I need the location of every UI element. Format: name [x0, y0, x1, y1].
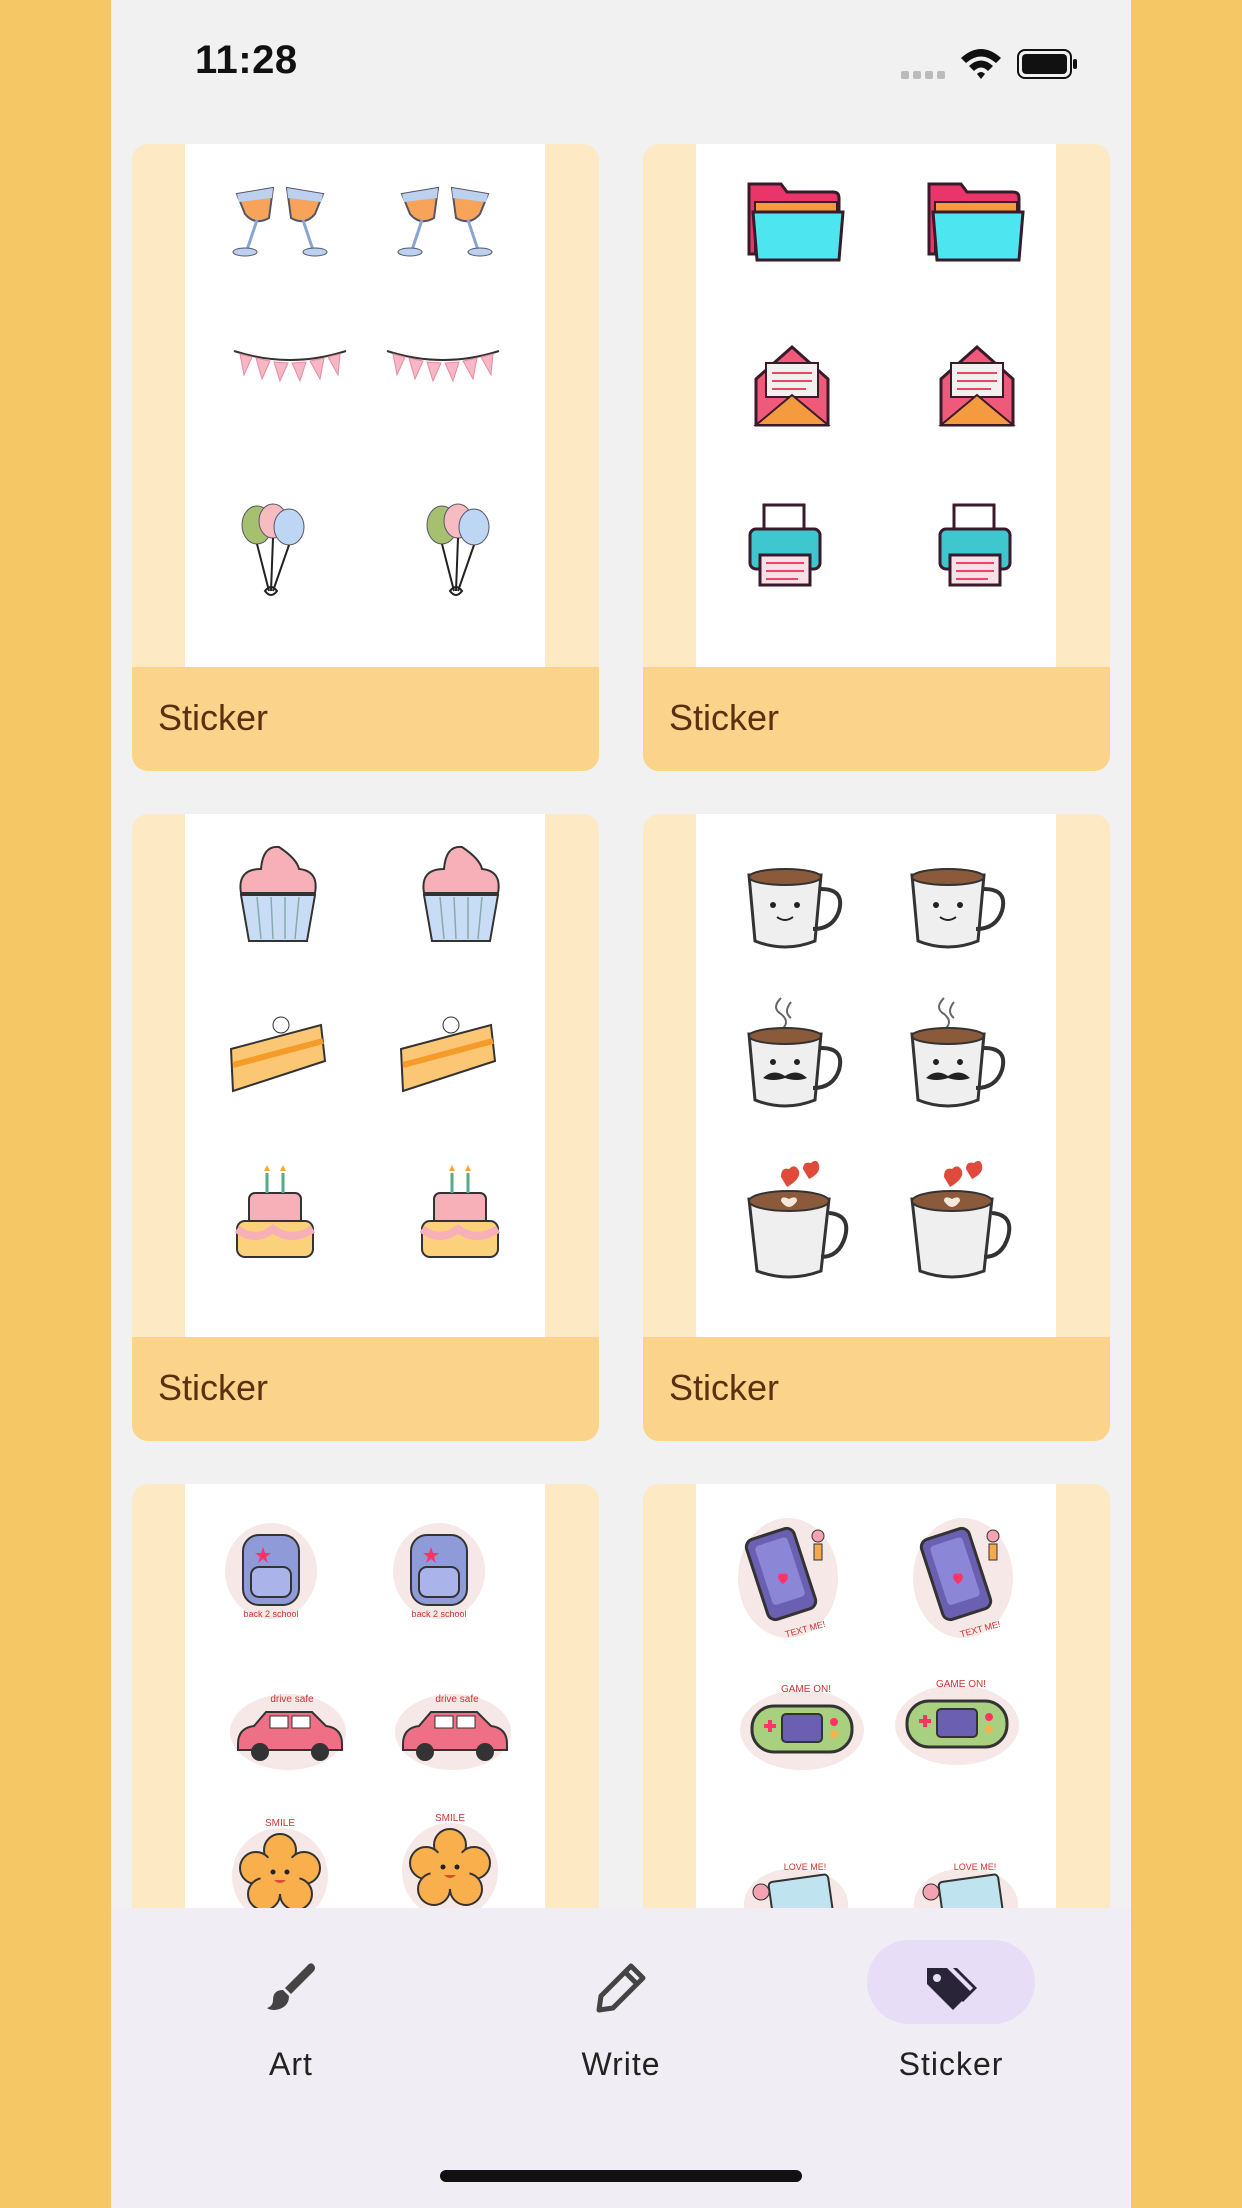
- nav-label-sticker: Sticker: [898, 2046, 1004, 2082]
- sticker-sheet: [185, 814, 545, 1337]
- mail-icon: [938, 344, 1016, 427]
- backpack-caption: back 2 school: [243, 1609, 298, 1619]
- battery-icon: [1017, 49, 1077, 79]
- card-footer: Sticker: [132, 667, 599, 771]
- bottom-navigation: Art Write Sticker: [111, 1908, 1131, 2208]
- folder-icon: [747, 182, 845, 262]
- backpack-icon: back 2 school: [225, 1523, 317, 1619]
- folder-icon: [927, 182, 1025, 262]
- wifi-icon: [961, 49, 1001, 79]
- signal-icon: [901, 71, 945, 79]
- latte-heart-icon: [747, 1160, 849, 1279]
- status-bar: 11:28: [111, 0, 1131, 130]
- cake-slice-icon: [229, 1016, 327, 1093]
- game-console-icon: GAME ON!: [895, 1679, 1019, 1765]
- bunting-icon: [386, 350, 500, 383]
- nav-label-art: Art: [269, 2046, 313, 2082]
- birthday-cake-icon: [234, 1165, 316, 1258]
- tag-icon: [927, 1968, 977, 2010]
- coffee-cup-icon: [747, 868, 843, 949]
- cake-slice-icon: [399, 1016, 497, 1093]
- car-caption: drive safe: [435, 1694, 479, 1705]
- game-caption: GAME ON!: [936, 1679, 986, 1690]
- card-label: Sticker: [669, 1367, 780, 1408]
- nav-label-write: Write: [581, 2046, 661, 2082]
- mustache-cup-icon: [910, 997, 1006, 1108]
- status-time: 11:28: [195, 38, 298, 82]
- sticker-sheet: [696, 814, 1056, 1337]
- cupcake-icon: [422, 845, 500, 942]
- sticker-card-desserts[interactable]: Sticker: [132, 814, 599, 1441]
- brush-icon: [267, 1963, 315, 2010]
- nav-item-art[interactable]: Art: [165, 1940, 365, 2090]
- sticker-sheet: [696, 144, 1056, 667]
- game-console-icon: GAME ON!: [740, 1684, 864, 1770]
- sticker-card-party[interactable]: Sticker: [132, 144, 599, 771]
- flower-caption: SMILE: [265, 1818, 295, 1829]
- nav-item-sticker[interactable]: Sticker: [825, 1940, 1035, 2090]
- coffee-cup-icon: [910, 868, 1006, 949]
- game-caption: GAME ON!: [781, 1684, 831, 1695]
- flower-caption: SMILE: [435, 1813, 465, 1824]
- backpack-caption: back 2 school: [411, 1609, 466, 1619]
- app-screen: 11:28 Sticker Sticker Sticker Sticker ba…: [111, 0, 1131, 2208]
- bunting-icon: [233, 350, 347, 383]
- home-indicator[interactable]: [440, 2170, 802, 2182]
- glasses-icon: [397, 186, 493, 257]
- printer-icon: [748, 503, 822, 587]
- sticker-card-coffee[interactable]: Sticker: [643, 814, 1110, 1441]
- card-label: Sticker: [669, 697, 780, 738]
- letter-caption: LOVE ME!: [784, 1862, 827, 1872]
- balloons-icon: [426, 503, 490, 596]
- pencil-icon: [596, 1963, 646, 2013]
- card-label: Sticker: [158, 697, 269, 738]
- latte-heart-icon: [910, 1160, 1012, 1279]
- cupcake-icon: [239, 845, 317, 942]
- balloons-icon: [241, 503, 305, 596]
- birthday-cake-icon: [419, 1165, 501, 1258]
- sticker-sheet: [185, 144, 545, 667]
- letter-caption: LOVE ME!: [954, 1862, 997, 1872]
- sticker-card-office[interactable]: Sticker: [643, 144, 1110, 771]
- nav-item-write[interactable]: Write: [495, 1940, 695, 2090]
- card-label: Sticker: [158, 1367, 269, 1408]
- phone-icon: TEXT ME!: [913, 1518, 1013, 1639]
- mail-icon: [753, 344, 831, 427]
- backpack-icon: back 2 school: [393, 1523, 485, 1619]
- card-footer: Sticker: [643, 667, 1110, 771]
- card-footer: Sticker: [643, 1337, 1110, 1441]
- card-footer: Sticker: [132, 1337, 599, 1441]
- car-icon: drive safe: [395, 1694, 511, 1770]
- mustache-cup-icon: [747, 997, 843, 1108]
- glasses-icon: [232, 186, 328, 257]
- printer-icon: [938, 503, 1012, 587]
- car-caption: drive safe: [270, 1694, 314, 1705]
- phone-icon: TEXT ME!: [738, 1518, 838, 1639]
- car-icon: drive safe: [230, 1694, 346, 1770]
